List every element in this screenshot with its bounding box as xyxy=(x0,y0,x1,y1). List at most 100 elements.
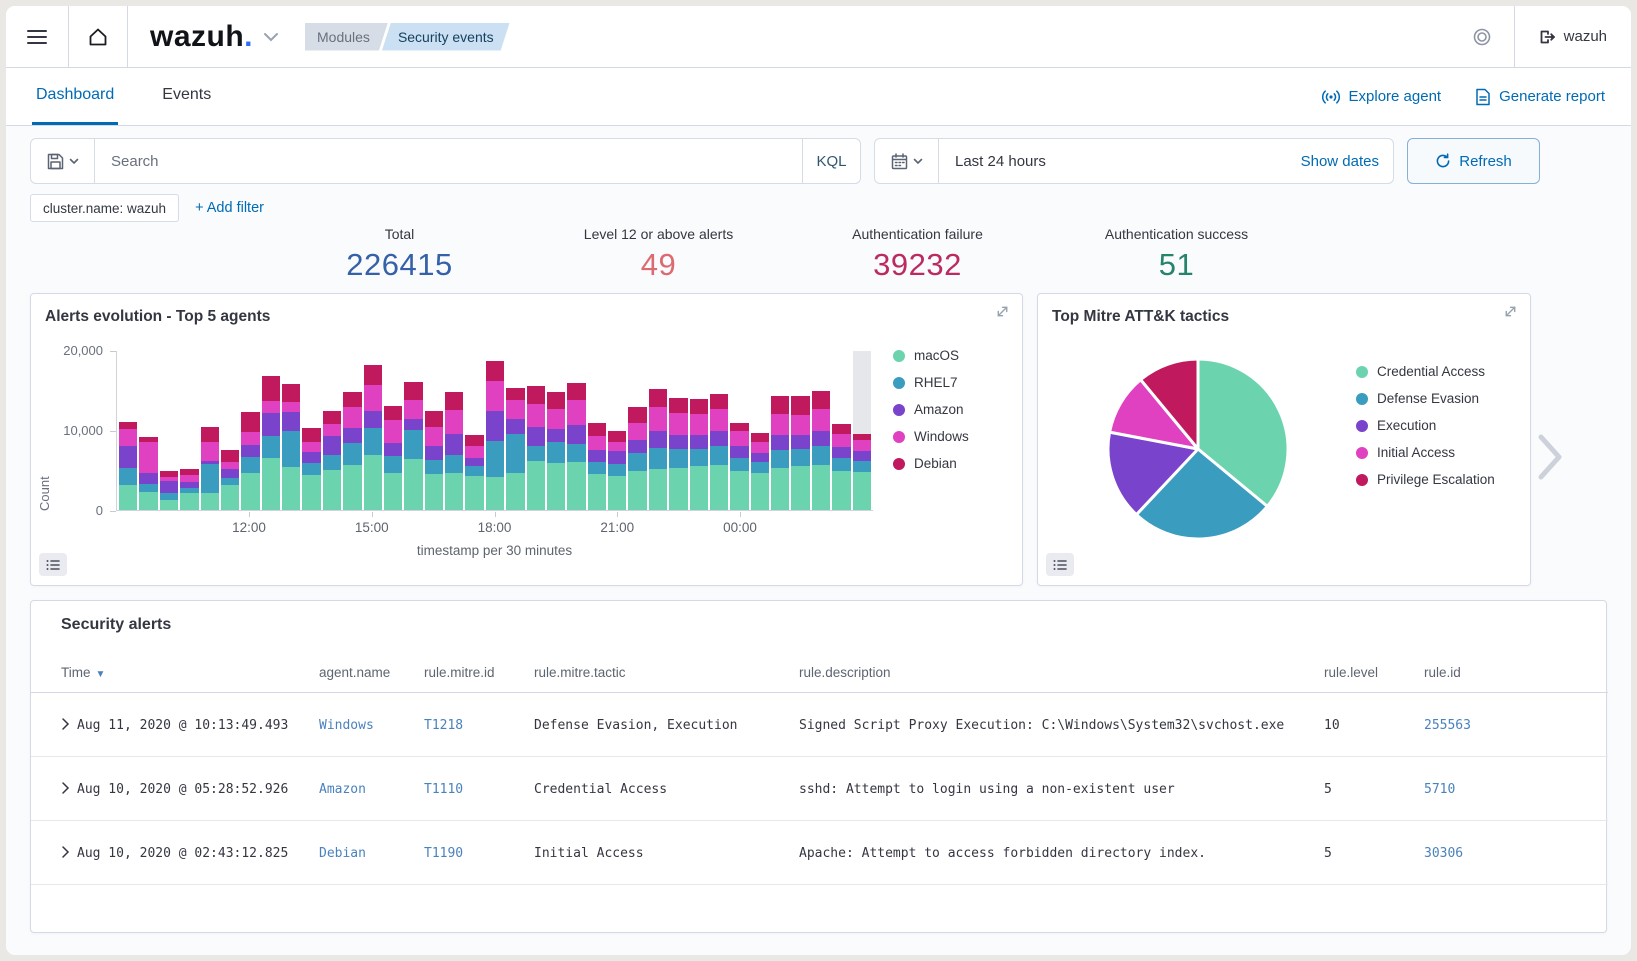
bar-segment-macOS[interactable] xyxy=(669,468,687,510)
bar-segment-RHEL7[interactable] xyxy=(343,443,361,465)
app-switcher-button[interactable] xyxy=(263,6,279,67)
bar-segment-Debian[interactable] xyxy=(302,428,320,442)
bar-segment-Windows[interactable] xyxy=(139,442,157,472)
legend-item[interactable]: Amazon xyxy=(893,396,969,423)
bar-segment-Debian[interactable] xyxy=(527,386,545,404)
bar-segment-RHEL7[interactable] xyxy=(628,453,646,471)
row-expand-button[interactable] xyxy=(61,781,70,798)
bar[interactable] xyxy=(282,351,300,510)
bar-segment-Windows[interactable] xyxy=(323,424,341,436)
mitre-id-link[interactable]: T1110 xyxy=(424,782,463,797)
bar-segment-Windows[interactable] xyxy=(710,409,728,431)
bar-segment-Debian[interactable] xyxy=(465,435,483,446)
bar-segment-macOS[interactable] xyxy=(730,471,748,510)
show-dates-button[interactable]: Show dates xyxy=(1301,153,1379,170)
bar-segment-Windows[interactable] xyxy=(567,400,585,425)
bar-segment-RHEL7[interactable] xyxy=(241,457,259,474)
bar-segment-RHEL7[interactable] xyxy=(323,455,341,470)
bar-segment-macOS[interactable] xyxy=(465,476,483,510)
bar-segment-Amazon[interactable] xyxy=(364,411,382,428)
bar-segment-Windows[interactable] xyxy=(404,400,422,418)
legend-item[interactable]: RHEL7 xyxy=(893,369,969,396)
bar-segment-macOS[interactable] xyxy=(812,465,830,510)
bar[interactable] xyxy=(832,351,850,510)
bar-segment-Debian[interactable] xyxy=(547,392,565,409)
bar-segment-Amazon[interactable] xyxy=(853,451,871,461)
bar-segment-Windows[interactable] xyxy=(812,409,830,430)
bar[interactable] xyxy=(710,351,728,510)
bar-segment-Amazon[interactable] xyxy=(567,425,585,444)
bar-segment-macOS[interactable] xyxy=(160,500,178,510)
next-charts-button[interactable] xyxy=(1537,433,1563,484)
bar-segment-RHEL7[interactable] xyxy=(425,460,443,474)
bar-segment-Amazon[interactable] xyxy=(486,411,504,441)
bar-segment-Windows[interactable] xyxy=(282,402,300,412)
bar-segment-RHEL7[interactable] xyxy=(160,493,178,500)
add-filter-button[interactable]: + Add filter xyxy=(195,200,264,216)
bar-segment-macOS[interactable] xyxy=(628,471,646,510)
bar-segment-RHEL7[interactable] xyxy=(302,463,320,475)
bar-segment-Amazon[interactable] xyxy=(690,435,708,449)
bar-segment-macOS[interactable] xyxy=(201,493,219,510)
bar-segment-RHEL7[interactable] xyxy=(465,466,483,476)
search-input[interactable] xyxy=(95,139,802,183)
bar-segment-Windows[interactable] xyxy=(832,434,850,447)
bar-segment-Debian[interactable] xyxy=(506,388,524,400)
bar-segment-Amazon[interactable] xyxy=(425,446,443,460)
bar-segment-Amazon[interactable] xyxy=(506,419,524,434)
bar-segment-macOS[interactable] xyxy=(486,477,504,510)
bar-segment-Amazon[interactable] xyxy=(465,458,483,465)
menu-button[interactable] xyxy=(6,6,68,67)
row-expand-button[interactable] xyxy=(61,845,70,862)
bar-segment-Debian[interactable] xyxy=(628,407,646,422)
bar-segment-Windows[interactable] xyxy=(201,442,219,460)
bar-segment-macOS[interactable] xyxy=(404,459,422,510)
bar[interactable] xyxy=(262,351,280,510)
bar-segment-Debian[interactable] xyxy=(608,431,626,442)
bar-segment-Debian[interactable] xyxy=(649,389,667,406)
bar-segment-Debian[interactable] xyxy=(445,392,463,409)
bar-segment-RHEL7[interactable] xyxy=(119,468,137,485)
bar-segment-Debian[interactable] xyxy=(282,384,300,401)
bar[interactable] xyxy=(445,351,463,510)
bar-segment-Windows[interactable] xyxy=(302,442,320,452)
bar-segment-Amazon[interactable] xyxy=(669,435,687,449)
kql-toggle-button[interactable]: KQL xyxy=(802,139,860,183)
bar-segment-Debian[interactable] xyxy=(771,396,789,414)
bar-segment-Amazon[interactable] xyxy=(384,443,402,456)
bar[interactable] xyxy=(201,351,219,510)
bar-segment-Debian[interactable] xyxy=(425,411,443,427)
bar-segment-Windows[interactable] xyxy=(628,423,646,440)
bar-segment-RHEL7[interactable] xyxy=(588,462,606,475)
bar-segment-Amazon[interactable] xyxy=(404,419,422,430)
bar-segment-Debian[interactable] xyxy=(588,423,606,437)
wazuh-logo[interactable]: wazuh. xyxy=(150,20,253,54)
bar[interactable] xyxy=(404,351,422,510)
bar-segment-Amazon[interactable] xyxy=(812,431,830,446)
legend-item[interactable]: Debian xyxy=(893,450,969,477)
bar-segment-macOS[interactable] xyxy=(425,474,443,510)
bar-segment-Windows[interactable] xyxy=(465,446,483,458)
bar-segment-Windows[interactable] xyxy=(588,436,606,450)
bar-segment-Amazon[interactable] xyxy=(628,440,646,453)
bar-segment-RHEL7[interactable] xyxy=(506,434,524,473)
bar-segment-Amazon[interactable] xyxy=(221,469,239,479)
bar-segment-Windows[interactable] xyxy=(262,401,280,413)
agent-name-link[interactable]: Debian xyxy=(319,846,366,861)
bar-segment-Debian[interactable] xyxy=(812,391,830,409)
bar-segment-Amazon[interactable] xyxy=(791,435,809,449)
row-expand-button[interactable] xyxy=(61,717,70,734)
bar-segment-Windows[interactable] xyxy=(791,415,809,435)
rule-id-link[interactable]: 30306 xyxy=(1424,846,1463,861)
bar[interactable] xyxy=(853,351,871,510)
bar[interactable] xyxy=(364,351,382,510)
legend-toggle-button[interactable] xyxy=(1046,553,1074,576)
bar-segment-Amazon[interactable] xyxy=(588,450,606,461)
bar[interactable] xyxy=(690,351,708,510)
bar-segment-Debian[interactable] xyxy=(710,394,728,409)
expand-panel-button[interactable] xyxy=(1503,304,1518,322)
bar-segment-Windows[interactable] xyxy=(608,442,626,452)
home-button[interactable] xyxy=(69,6,127,67)
bar-segment-RHEL7[interactable] xyxy=(710,446,728,465)
bar[interactable] xyxy=(486,351,504,510)
